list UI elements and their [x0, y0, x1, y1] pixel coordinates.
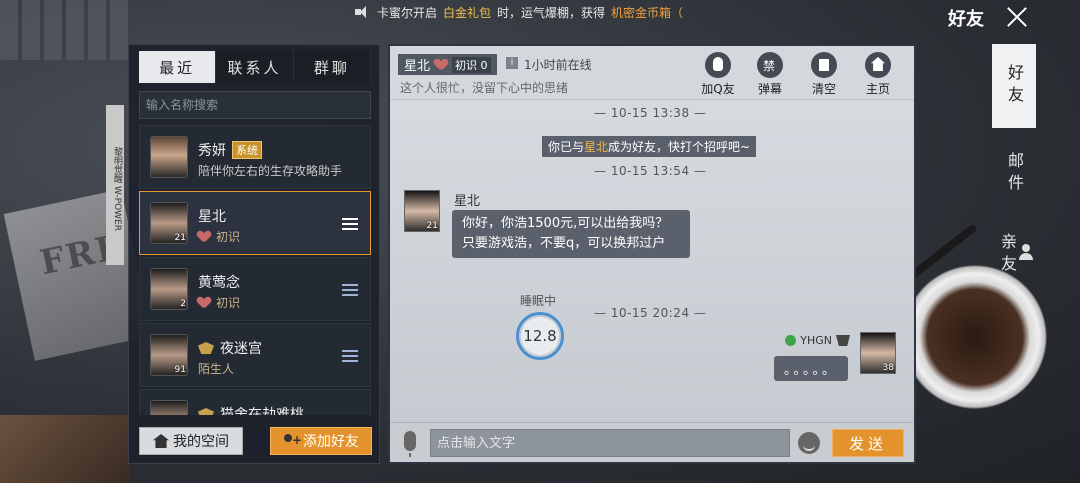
contact-status: 陌生人 [198, 362, 235, 376]
outgoing-message: 。。。。。 [773, 356, 848, 381]
intimacy-level: 初识 0 [452, 56, 491, 73]
friend-name-tag[interactable]: 星北 初识 0 [398, 54, 497, 75]
avatar [150, 400, 188, 415]
chat-panel: 星北 初识 0 i 1小时前在线 这个人很忙，没留下心中的思绪 加Q友 弹幕 清… [388, 44, 916, 464]
homepage-button[interactable]: 主页 [856, 52, 900, 96]
add-user-icon [283, 434, 302, 448]
contact-name: 星北 [198, 209, 226, 225]
add-friend-label: 添加好友 [303, 434, 359, 450]
rank-emblem-icon [198, 408, 214, 415]
contact-status: 初识 [216, 296, 241, 310]
marquee-highlight-2: 机密金币箱（ [611, 5, 684, 20]
menu-icon[interactable] [342, 218, 358, 230]
clear-button[interactable]: 清空 [802, 52, 846, 96]
photo-decoration [0, 415, 130, 483]
my-name-row: YHGN [785, 334, 850, 347]
announcement-marquee: 卡蜜尔开启 白金礼包 时，运气爆棚，获得 机密金币箱（ [355, 3, 683, 21]
badge-icon [836, 335, 850, 346]
marquee-text-2: 时，运气爆棚，获得 [497, 5, 606, 20]
friend-signature: 这个人很忙，没留下心中的思绪 [400, 81, 569, 95]
contact-status: 陪伴你左右的生存攻略助手 [198, 164, 343, 178]
add-qq-friend-button[interactable]: 加Q友 [696, 52, 740, 96]
person-icon [1019, 244, 1033, 260]
contact-list: 秀妍 系统 陪伴你左右的生存攻略助手 21 星北 初识 2 黄莺念 初识 91 … [139, 125, 371, 415]
keyboard-decoration [0, 0, 130, 60]
danmu-off-icon [757, 52, 783, 78]
avatar: 2 [150, 268, 188, 310]
emoji-icon[interactable] [798, 432, 820, 454]
my-space-button[interactable]: 我的空间 [139, 427, 243, 455]
close-icon[interactable] [1006, 6, 1028, 28]
marquee-highlight-1: 白金礼包 [443, 5, 492, 20]
contact-status: 初识 [216, 230, 241, 244]
tab-recent[interactable]: 最近 [139, 51, 217, 83]
chat-header: 星北 初识 0 i 1小时前在线 这个人很忙，没留下心中的思绪 加Q友 弹幕 清… [390, 46, 914, 100]
qq-icon [705, 52, 731, 78]
clover-icon [785, 335, 797, 346]
system-badge: 系统 [232, 141, 262, 159]
avatar-level: 38 [882, 363, 894, 373]
tab-mail[interactable]: 邮件 [992, 136, 1036, 212]
danmu-button[interactable]: 弹幕 [748, 52, 792, 96]
avatar: 91 [150, 334, 188, 376]
speaker-icon [355, 6, 371, 18]
menu-icon[interactable] [342, 284, 358, 296]
tab-close-friends[interactable]: 亲友 [992, 216, 1036, 294]
side-tag: 黎明觉醒 W-POWER [106, 105, 124, 265]
info-icon[interactable]: i [506, 57, 518, 69]
input-bar: 发送 [390, 422, 914, 462]
contact-item-xingbei[interactable]: 21 星北 初识 [139, 191, 371, 255]
message-input[interactable] [430, 429, 790, 457]
send-button[interactable]: 发送 [832, 429, 904, 457]
avatar-level: 21 [426, 221, 438, 231]
menu-icon[interactable] [342, 350, 358, 362]
microphone-icon[interactable] [404, 431, 416, 457]
page-title: 好友 [948, 9, 984, 30]
my-space-label: 我的空间 [173, 434, 229, 450]
online-status: 1小时前在线 [524, 58, 592, 72]
contact-name: 夜迷宫 [220, 341, 262, 357]
tab-friends[interactable]: 好友 [992, 44, 1036, 128]
sender-avatar[interactable]: 21 [404, 190, 440, 232]
trash-icon [811, 52, 837, 78]
avatar-level: 91 [174, 365, 186, 375]
marquee-text-1: 卡蜜尔开启 [377, 5, 438, 20]
avatar [150, 136, 188, 178]
tab-group-chat[interactable]: 群聊 [293, 51, 371, 83]
timestamp: — 10-15 20:24 — [594, 306, 707, 320]
heart-icon [198, 297, 210, 308]
home-icon [153, 434, 169, 448]
my-avatar[interactable]: 38 [860, 332, 896, 374]
status-timer: 12.8 [516, 312, 564, 360]
my-name: YHGN [800, 334, 832, 347]
home-icon [865, 52, 891, 78]
contact-item-maoshe[interactable]: 猫舍在劫难桃 [139, 389, 371, 415]
rank-emblem-icon [198, 342, 214, 354]
system-message: 你已与星北成为好友，快打个招呼吧~ [542, 136, 757, 157]
timestamp: — 10-15 13:54 — [594, 164, 707, 178]
contact-item-huangyingnian[interactable]: 2 黄莺念 初识 [139, 257, 371, 321]
contact-name: 猫舍在劫难桃 [220, 407, 304, 415]
heart-icon [435, 59, 447, 70]
avatar: 21 [150, 202, 188, 244]
tab-contacts[interactable]: 联系人 [216, 51, 294, 83]
heart-icon [198, 231, 210, 242]
contact-name: 黄莺念 [198, 275, 240, 291]
avatar-level: 21 [174, 233, 186, 243]
friend-name: 星北 [404, 59, 431, 74]
contact-item-yemigong[interactable]: 91 夜迷宫 陌生人 [139, 323, 371, 387]
avatar-level: 2 [180, 299, 186, 309]
contact-item-xiuyan[interactable]: 秀妍 系统 陪伴你左右的生存攻略助手 [139, 125, 371, 189]
add-friend-button[interactable]: 添加好友 [270, 427, 372, 455]
status-label: 睡眠中 [520, 294, 557, 308]
incoming-message: 你好，你浩1500元,可以出给我吗？只要游戏浩，不要q，可以换邦过户 [452, 210, 690, 258]
search-input[interactable] [139, 91, 371, 119]
timestamp: — 10-15 13:38 — [594, 106, 707, 120]
sender-name: 星北 [454, 194, 481, 209]
contact-name: 秀妍 [198, 143, 226, 159]
contacts-tabs: 最近 联系人 群聊 [139, 51, 371, 83]
contacts-panel: 最近 联系人 群聊 秀妍 系统 陪伴你左右的生存攻略助手 21 星北 初识 [128, 44, 380, 464]
